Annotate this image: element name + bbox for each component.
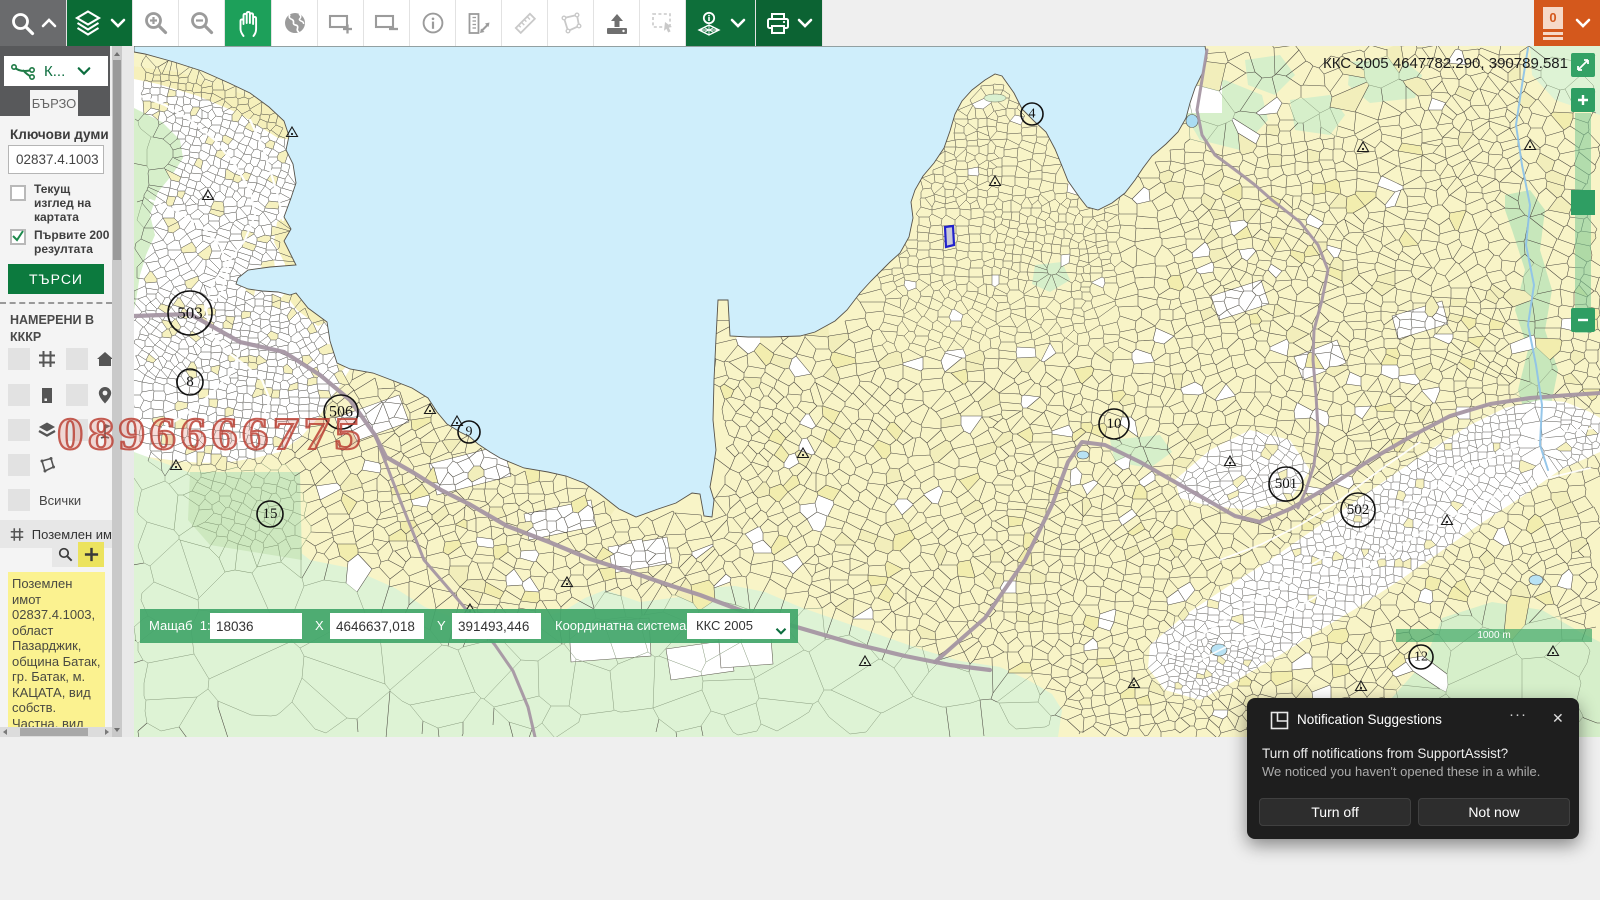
svg-text:9: 9 <box>466 425 473 440</box>
svg-text:8: 8 <box>186 374 194 390</box>
svg-text:15: 15 <box>263 506 278 522</box>
svg-text:503: 503 <box>177 304 203 323</box>
svg-text:10: 10 <box>1107 416 1122 432</box>
svg-text:501: 501 <box>1275 476 1298 492</box>
svg-text:502: 502 <box>1347 502 1370 518</box>
svg-text:4: 4 <box>1029 107 1036 122</box>
svg-text:12: 12 <box>1414 650 1428 665</box>
